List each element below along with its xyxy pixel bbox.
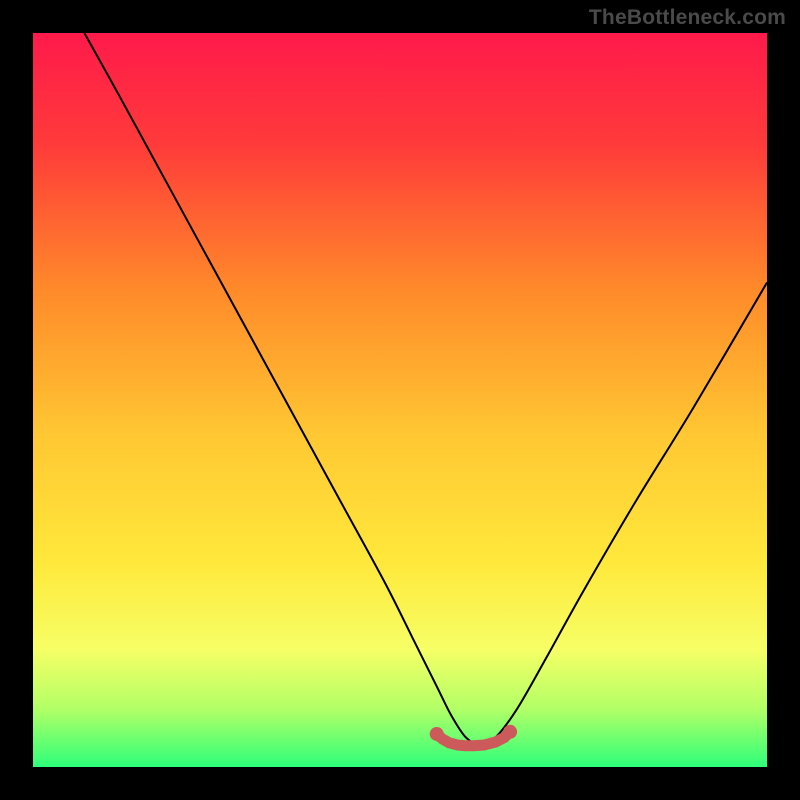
plot-area bbox=[33, 33, 767, 767]
chart-container: TheBottleneck.com bbox=[0, 0, 800, 800]
chart-svg bbox=[33, 33, 767, 767]
watermark-text: TheBottleneck.com bbox=[589, 6, 786, 30]
bottom-highlight-endpoint bbox=[503, 725, 517, 739]
gradient-background bbox=[33, 33, 767, 767]
bottom-highlight-endpoint bbox=[430, 727, 444, 741]
